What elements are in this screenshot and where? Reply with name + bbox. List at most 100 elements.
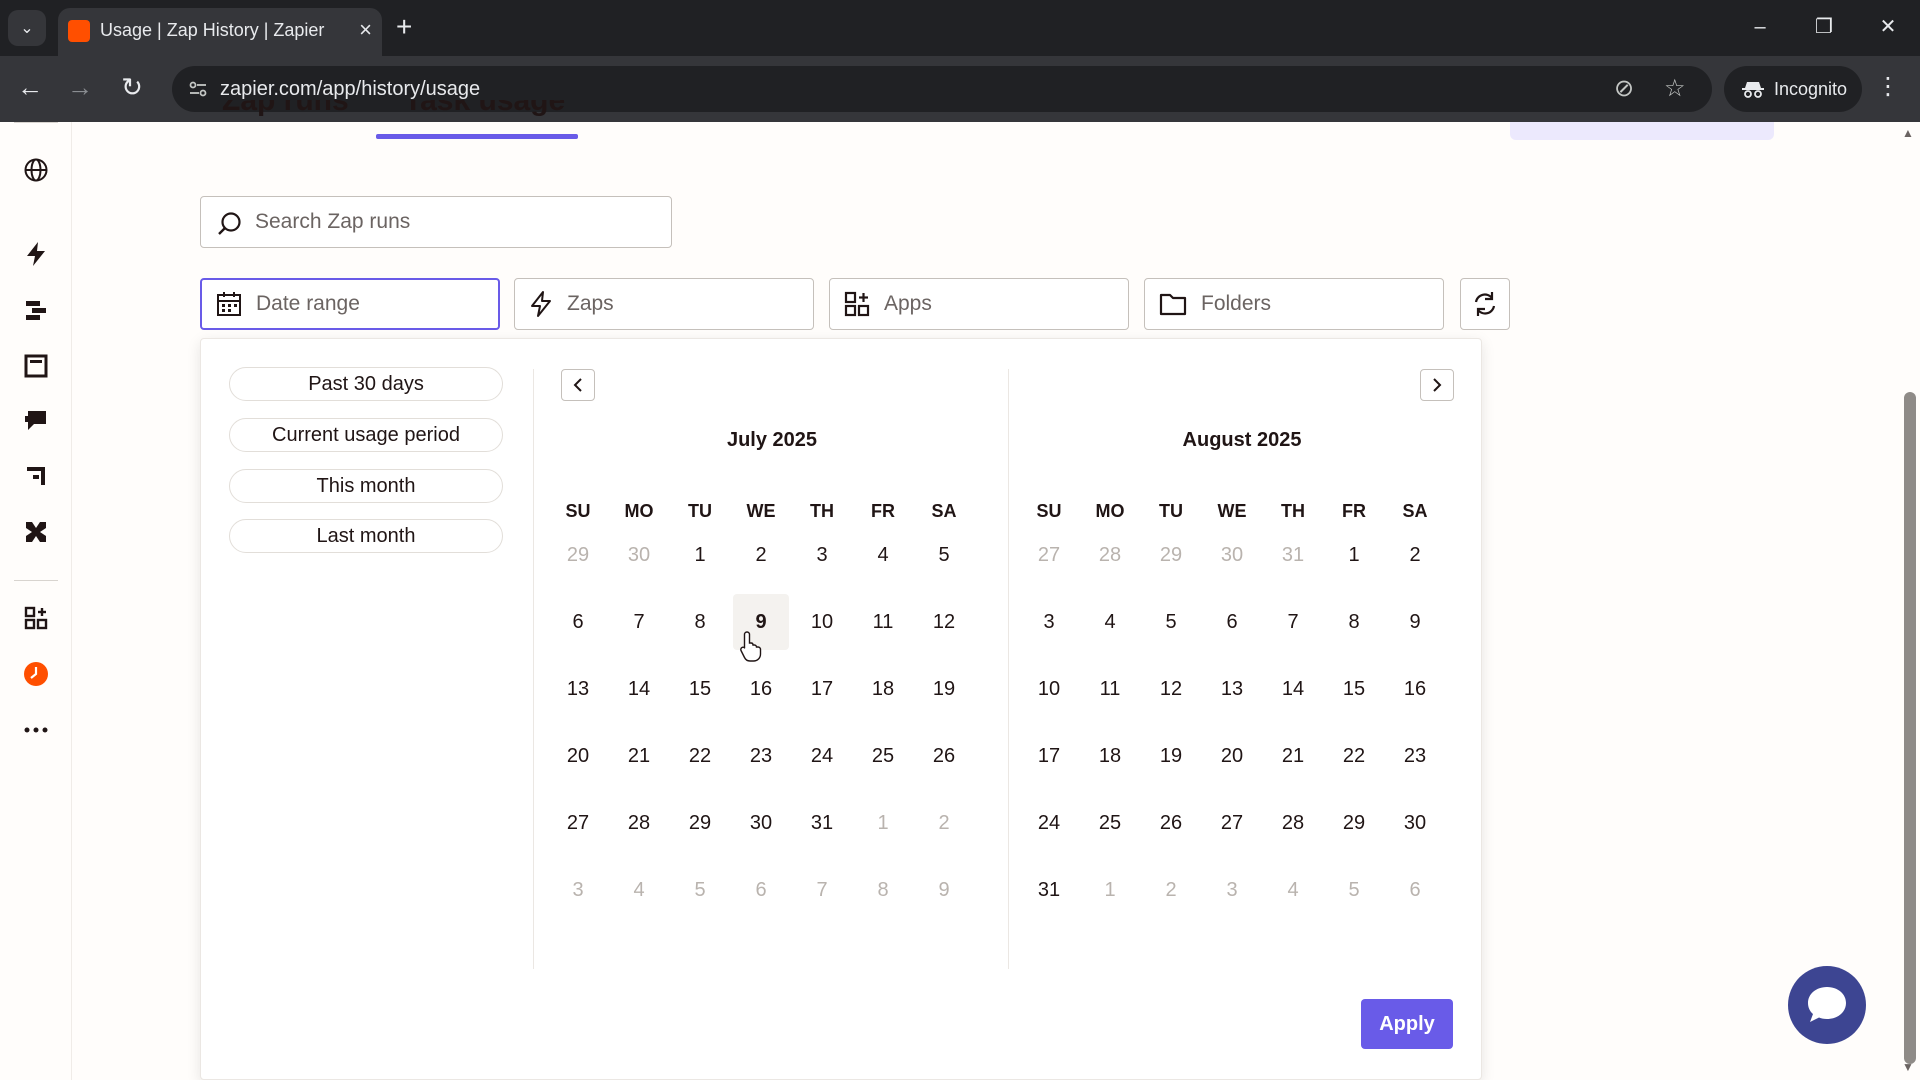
- scroll-down-arrow-icon[interactable]: ▼: [1902, 1060, 1914, 1074]
- calendar-day[interactable]: 7: [794, 862, 850, 918]
- tab-zap-runs[interactable]: Zap runs: [222, 100, 349, 116]
- calendar-day[interactable]: 13: [1204, 661, 1260, 717]
- calendar-day[interactable]: 30: [1204, 527, 1260, 583]
- calendar-day[interactable]: 26: [1143, 795, 1199, 851]
- preset-past-30-days[interactable]: Past 30 days: [229, 367, 503, 401]
- calendar-day[interactable]: 13: [550, 661, 606, 717]
- bookmark-star-icon[interactable]: ☆: [1664, 75, 1686, 103]
- calendar-day[interactable]: 18: [855, 661, 911, 717]
- back-arrow-icon[interactable]: ←: [10, 70, 50, 104]
- calendar-day[interactable]: 6: [1204, 594, 1260, 650]
- calendar-day[interactable]: 3: [550, 862, 606, 918]
- calendar-day[interactable]: 14: [1265, 661, 1321, 717]
- calendar-day[interactable]: 8: [855, 862, 911, 918]
- date-range-filter[interactable]: Date range: [200, 278, 500, 330]
- scrollbar-thumb[interactable]: [1904, 392, 1916, 1064]
- calendar-day[interactable]: 30: [733, 795, 789, 851]
- calendar-day[interactable]: 4: [855, 527, 911, 583]
- calendar-day[interactable]: 16: [733, 661, 789, 717]
- calendar-day[interactable]: 19: [916, 661, 972, 717]
- browser-menu-icon[interactable]: ⋮: [1876, 70, 1900, 104]
- preset-this-month[interactable]: This month: [229, 469, 503, 503]
- window-minimize-icon[interactable]: –: [1740, 10, 1780, 44]
- prev-month-button[interactable]: [561, 369, 595, 401]
- calendar-day[interactable]: 27: [550, 795, 606, 851]
- calendar-day[interactable]: 27: [1021, 527, 1077, 583]
- calendar-day[interactable]: 30: [1387, 795, 1443, 851]
- calendar-day[interactable]: 10: [794, 594, 850, 650]
- calendar-day[interactable]: 1: [855, 795, 911, 851]
- new-tab-plus-icon[interactable]: +: [396, 10, 412, 44]
- calendar-day[interactable]: 23: [1387, 728, 1443, 784]
- calendar-day[interactable]: 22: [672, 728, 728, 784]
- calendar-day[interactable]: 31: [1021, 862, 1077, 918]
- calendar-day[interactable]: 11: [855, 594, 911, 650]
- calendar-day[interactable]: 7: [1265, 594, 1321, 650]
- calendar-day[interactable]: 2: [916, 795, 972, 851]
- calendar-day[interactable]: 28: [611, 795, 667, 851]
- calendar-day[interactable]: 5: [916, 527, 972, 583]
- reload-icon[interactable]: ↻: [112, 70, 152, 104]
- search-input[interactable]: [255, 197, 655, 246]
- calendar-day[interactable]: 20: [1204, 728, 1260, 784]
- folders-filter[interactable]: Folders: [1144, 278, 1444, 330]
- calendar-day[interactable]: 29: [672, 795, 728, 851]
- tab-close-icon[interactable]: ×: [359, 17, 372, 43]
- calendar-day[interactable]: 28: [1265, 795, 1321, 851]
- calendar-day[interactable]: 1: [672, 527, 728, 583]
- calendar-day[interactable]: 3: [1021, 594, 1077, 650]
- zap-icon[interactable]: [22, 240, 50, 268]
- calendar-day[interactable]: 5: [1143, 594, 1199, 650]
- apps-filter[interactable]: Apps: [829, 278, 1129, 330]
- calendar-day[interactable]: 2: [1387, 527, 1443, 583]
- chat-support-button[interactable]: [1788, 966, 1866, 1044]
- next-month-button[interactable]: [1420, 369, 1454, 401]
- calendar-day[interactable]: 29: [1326, 795, 1382, 851]
- refresh-button[interactable]: [1460, 278, 1510, 330]
- apply-button[interactable]: Apply: [1361, 999, 1453, 1049]
- calendar-day[interactable]: 14: [611, 661, 667, 717]
- calendar-day[interactable]: 25: [855, 728, 911, 784]
- calendar-day[interactable]: 1: [1082, 862, 1138, 918]
- calendar-day[interactable]: 6: [550, 594, 606, 650]
- forward-arrow-icon[interactable]: →: [60, 70, 100, 104]
- calendar-day[interactable]: 31: [794, 795, 850, 851]
- upgrade-banner[interactable]: [1510, 122, 1774, 140]
- calendar-day[interactable]: 17: [794, 661, 850, 717]
- site-info-icon[interactable]: [186, 77, 210, 101]
- calendar-day[interactable]: 15: [1326, 661, 1382, 717]
- calendar-day[interactable]: 5: [1326, 862, 1382, 918]
- calendar-day[interactable]: 3: [1204, 862, 1260, 918]
- scroll-up-arrow-icon[interactable]: ▲: [1902, 126, 1914, 140]
- calendar-day[interactable]: 28: [1082, 527, 1138, 583]
- calendar-day[interactable]: 17: [1021, 728, 1077, 784]
- calendar-day[interactable]: 1: [1326, 527, 1382, 583]
- calendar-day[interactable]: 26: [916, 728, 972, 784]
- canvas-icon[interactable]: [22, 462, 50, 490]
- tab-task-usage[interactable]: Task usage: [404, 100, 565, 116]
- calendar-day[interactable]: 12: [916, 594, 972, 650]
- zaps-filter[interactable]: Zaps: [514, 278, 814, 330]
- calendar-day[interactable]: 24: [1021, 795, 1077, 851]
- search-box[interactable]: [200, 196, 672, 248]
- window-close-icon[interactable]: ✕: [1868, 10, 1908, 44]
- more-icon[interactable]: [22, 716, 50, 744]
- history-icon[interactable]: [22, 660, 50, 688]
- calendar-day[interactable]: 7: [611, 594, 667, 650]
- calendar-day[interactable]: 15: [672, 661, 728, 717]
- calendar-day[interactable]: 22: [1326, 728, 1382, 784]
- calendar-day[interactable]: 27: [1204, 795, 1260, 851]
- calendar-day[interactable]: 20: [550, 728, 606, 784]
- calendar-day[interactable]: 10: [1021, 661, 1077, 717]
- apps-icon[interactable]: [22, 604, 50, 632]
- calendar-day[interactable]: 12: [1143, 661, 1199, 717]
- preset-last-month[interactable]: Last month: [229, 519, 503, 553]
- calendar-day[interactable]: 9: [916, 862, 972, 918]
- calendar-day[interactable]: 3: [794, 527, 850, 583]
- calendar-day[interactable]: 5: [672, 862, 728, 918]
- calendar-day[interactable]: 31: [1265, 527, 1321, 583]
- eye-off-icon[interactable]: ⊘: [1614, 75, 1634, 103]
- calendar-day[interactable]: 29: [1143, 527, 1199, 583]
- incognito-badge[interactable]: Incognito: [1724, 66, 1862, 112]
- calendar-day[interactable]: 25: [1082, 795, 1138, 851]
